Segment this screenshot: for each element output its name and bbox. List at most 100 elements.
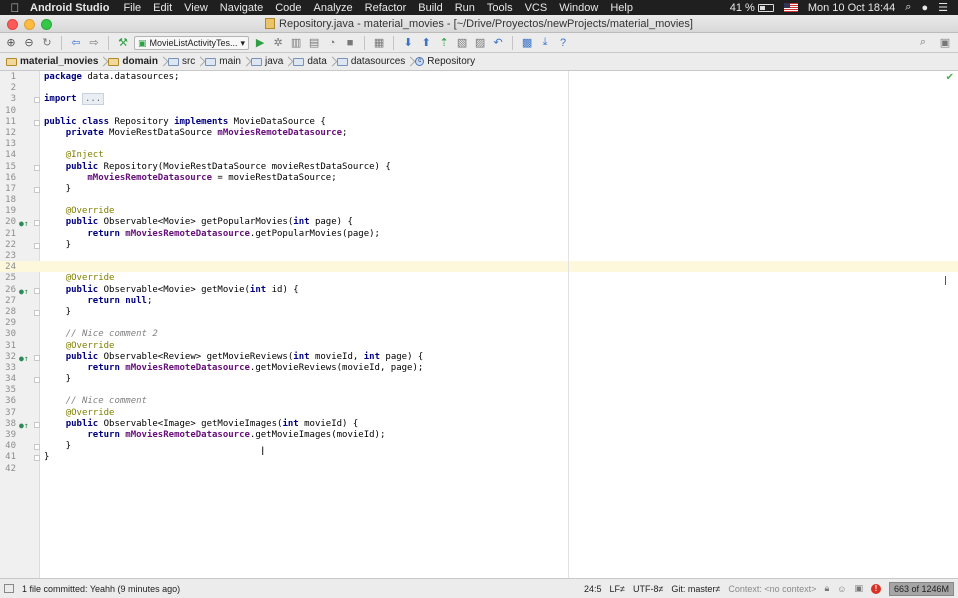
inspector-hector-icon[interactable]: ☺ xyxy=(837,584,846,594)
status-message[interactable]: 1 file committed: Yeahh (9 minutes ago) xyxy=(22,584,180,594)
code-line[interactable]: 24 xyxy=(0,262,958,273)
code-text[interactable]: return mMoviesRemoteDatasource.getMovieR… xyxy=(44,363,423,374)
code-line[interactable]: 23 xyxy=(0,251,958,262)
menu-analyze[interactable]: Analyze xyxy=(314,2,353,14)
menu-tools[interactable]: Tools xyxy=(487,2,513,14)
line-number[interactable]: 16 xyxy=(0,173,16,184)
code-line[interactable]: 12 private MovieRestDataSource mMoviesRe… xyxy=(0,128,958,139)
line-number[interactable]: 35 xyxy=(0,385,16,396)
line-number[interactable]: 10 xyxy=(0,106,16,117)
make-project-hammer-icon[interactable]: ⚒ xyxy=(116,36,130,50)
code-line[interactable]: 19 @Override xyxy=(0,206,958,217)
menu-view[interactable]: View xyxy=(184,2,208,14)
fold-toggle-icon[interactable] xyxy=(34,309,40,316)
code-text[interactable]: @Override xyxy=(44,408,115,419)
line-number[interactable]: 37 xyxy=(0,408,16,419)
vcs-commit-icon[interactable]: ⬆ xyxy=(419,36,433,50)
line-number[interactable]: 26 xyxy=(0,285,16,296)
code-line[interactable]: 39 return mMoviesRemoteDatasource.getMov… xyxy=(0,430,958,441)
line-number[interactable]: 38 xyxy=(0,419,16,430)
siri-icon[interactable]: ● xyxy=(921,2,928,14)
run-with-coverage-icon[interactable]: ▥ xyxy=(289,36,303,50)
zoom-in-icon[interactable]: ⊕ xyxy=(4,36,18,50)
line-number[interactable]: 17 xyxy=(0,184,16,195)
window-minimize-button[interactable] xyxy=(24,19,35,30)
breadcrumb-project[interactable]: material_movies xyxy=(6,56,104,67)
back-arrow-icon[interactable]: ⇦ xyxy=(69,36,83,50)
breadcrumb-datasources[interactable]: datasources xyxy=(336,56,411,67)
code-line[interactable]: 42 xyxy=(0,464,958,475)
event-log-status-icon[interactable]: ▣ xyxy=(854,583,863,594)
code-line[interactable]: 21 return mMoviesRemoteDatasource.getPop… xyxy=(0,229,958,240)
code-text[interactable]: public Observable<Movie> getMovie(int id… xyxy=(44,285,299,296)
avd-manager-icon[interactable]: ⤓ xyxy=(538,36,552,50)
inspection-ok-check-icon[interactable]: ✔ xyxy=(946,72,954,83)
line-number[interactable]: 2 xyxy=(0,83,16,94)
code-line[interactable]: 13 xyxy=(0,139,958,150)
line-number[interactable]: 12 xyxy=(0,128,16,139)
fold-toggle-icon[interactable] xyxy=(34,186,40,193)
menu-window[interactable]: Window xyxy=(559,2,598,14)
code-line[interactable]: 16 mMoviesRemoteDatasource = movieRestDa… xyxy=(0,173,958,184)
code-line[interactable]: 32 ●↑ public Observable<Review> getMovieR… xyxy=(0,352,958,363)
code-editor[interactable]: 1 package data.datasources; 2 3 import ... 10… xyxy=(0,71,958,578)
line-separator[interactable]: LF≠ xyxy=(610,584,625,594)
fold-toggle-icon[interactable] xyxy=(34,421,40,428)
profile-icon[interactable]: ▤ xyxy=(307,36,321,50)
menu-run[interactable]: Run xyxy=(455,2,475,14)
code-text[interactable]: } xyxy=(44,374,71,385)
menu-vcs[interactable]: VCS xyxy=(525,2,548,14)
fold-toggle-icon[interactable] xyxy=(34,119,40,126)
code-line[interactable]: 36 // Nice comment xyxy=(0,396,958,407)
code-lines[interactable]: 1 package data.datasources; 2 3 import ... 10… xyxy=(0,72,958,475)
line-number[interactable]: 28 xyxy=(0,307,16,318)
search-everywhere-icon[interactable]: ⌕ xyxy=(916,36,930,50)
code-line[interactable]: 28 } xyxy=(0,307,958,318)
code-line[interactable]: 37 @Override xyxy=(0,408,958,419)
code-line[interactable]: 34 } xyxy=(0,374,958,385)
menu-navigate[interactable]: Navigate xyxy=(220,2,263,14)
line-number[interactable]: 30 xyxy=(0,329,16,340)
fold-toggle-icon[interactable] xyxy=(34,97,40,104)
vcs-revert-icon[interactable]: ↶ xyxy=(491,36,505,50)
line-number[interactable]: 40 xyxy=(0,441,16,452)
notification-center-icon[interactable]: ☰ xyxy=(938,1,948,14)
clock[interactable]: Mon 10 Oct 18:44 xyxy=(808,2,895,14)
breadcrumb-data[interactable]: data xyxy=(293,56,332,67)
code-text[interactable]: import ... xyxy=(44,93,105,106)
line-number[interactable]: 14 xyxy=(0,150,16,161)
vcs-history-icon[interactable]: ▧ xyxy=(455,36,469,50)
menu-code[interactable]: Code xyxy=(275,2,301,14)
help-question-icon[interactable]: ? xyxy=(556,36,570,50)
line-number[interactable]: 25 xyxy=(0,273,16,284)
run-configuration-dropdown[interactable]: ▣ MovieListActivityTes... ▾ xyxy=(134,35,250,50)
line-number[interactable]: 32 xyxy=(0,352,16,363)
window-close-button[interactable] xyxy=(7,19,18,30)
context-indicator[interactable]: Context: <no context> xyxy=(728,584,816,594)
forward-arrow-icon[interactable]: ⇨ xyxy=(87,36,101,50)
line-number[interactable]: 24 xyxy=(0,262,16,273)
line-number[interactable]: 20 xyxy=(0,217,16,228)
code-line[interactable]: 33 return mMoviesRemoteDatasource.getMov… xyxy=(0,363,958,374)
app-menu[interactable]: Android Studio xyxy=(30,2,109,14)
code-text[interactable]: @Override xyxy=(44,273,115,284)
git-branch[interactable]: Git: master≠ xyxy=(671,584,720,594)
line-number[interactable]: 34 xyxy=(0,374,16,385)
code-text[interactable]: @Override xyxy=(44,206,115,217)
breadcrumb-main[interactable]: main xyxy=(205,56,247,67)
code-line[interactable]: 1 package data.datasources; xyxy=(0,72,958,83)
window-zoom-button[interactable] xyxy=(41,19,52,30)
code-line[interactable]: 15 public Repository(MovieRestDataSource… xyxy=(0,162,958,173)
event-log-icon[interactable]: ▣ xyxy=(938,36,952,50)
code-line[interactable]: 10 xyxy=(0,106,958,117)
breadcrumb-src[interactable]: src xyxy=(167,56,201,67)
code-line[interactable]: 26 ●↑ public Observable<Movie> getMovie(i… xyxy=(0,285,958,296)
breadcrumb-module[interactable]: domain xyxy=(108,56,164,67)
code-line[interactable]: 22 } xyxy=(0,240,958,251)
attach-debugger-icon[interactable]: ◔ xyxy=(325,36,339,50)
sdk-manager-icon[interactable]: ▦ xyxy=(372,36,386,50)
caret-position[interactable]: 24:5 xyxy=(584,584,602,594)
code-text[interactable]: public Repository(MovieRestDataSource mo… xyxy=(44,162,391,173)
line-number[interactable]: 11 xyxy=(0,117,16,128)
code-line[interactable]: 11 public class Repository implements Mov… xyxy=(0,117,958,128)
